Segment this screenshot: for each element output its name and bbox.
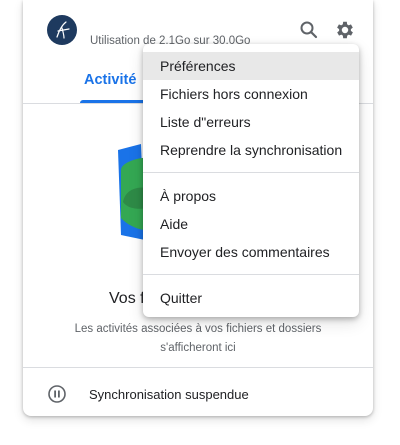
sync-status-button[interactable] (47, 384, 67, 404)
settings-button[interactable] (334, 19, 356, 41)
menu-item-help[interactable]: Aide (143, 210, 359, 238)
menu-item-about[interactable]: À propos (143, 182, 359, 210)
gear-icon (337, 21, 353, 39)
search-button[interactable] (298, 19, 320, 41)
footer-divider (23, 367, 373, 368)
pause-icon (48, 385, 66, 403)
user-monogram-icon (56, 21, 70, 39)
empty-state-title: Vos f (109, 290, 145, 307)
menu-item-preferences[interactable]: Préférences (143, 52, 359, 80)
search-icon (300, 21, 318, 39)
tab-activite[interactable]: Activité (84, 72, 136, 88)
sync-status-text: Synchronisation suspendue (89, 387, 249, 402)
menu-item-offline-files[interactable]: Fichiers hors connexion (143, 80, 359, 108)
menu-separator (143, 172, 359, 173)
avatar[interactable] (47, 15, 77, 45)
settings-menu: Préférences Fichiers hors connexion List… (143, 44, 359, 317)
menu-item-resume-sync[interactable]: Reprendre la synchronisation (143, 136, 359, 164)
menu-item-send-feedback[interactable]: Envoyer des commentaires (143, 238, 359, 266)
empty-state-description: Les activités associées à vos fichiers e… (74, 323, 322, 354)
menu-item-error-list[interactable]: Liste d"erreurs (143, 108, 359, 136)
menu-separator (143, 274, 359, 275)
menu-item-quit[interactable]: Quitter (143, 284, 359, 312)
